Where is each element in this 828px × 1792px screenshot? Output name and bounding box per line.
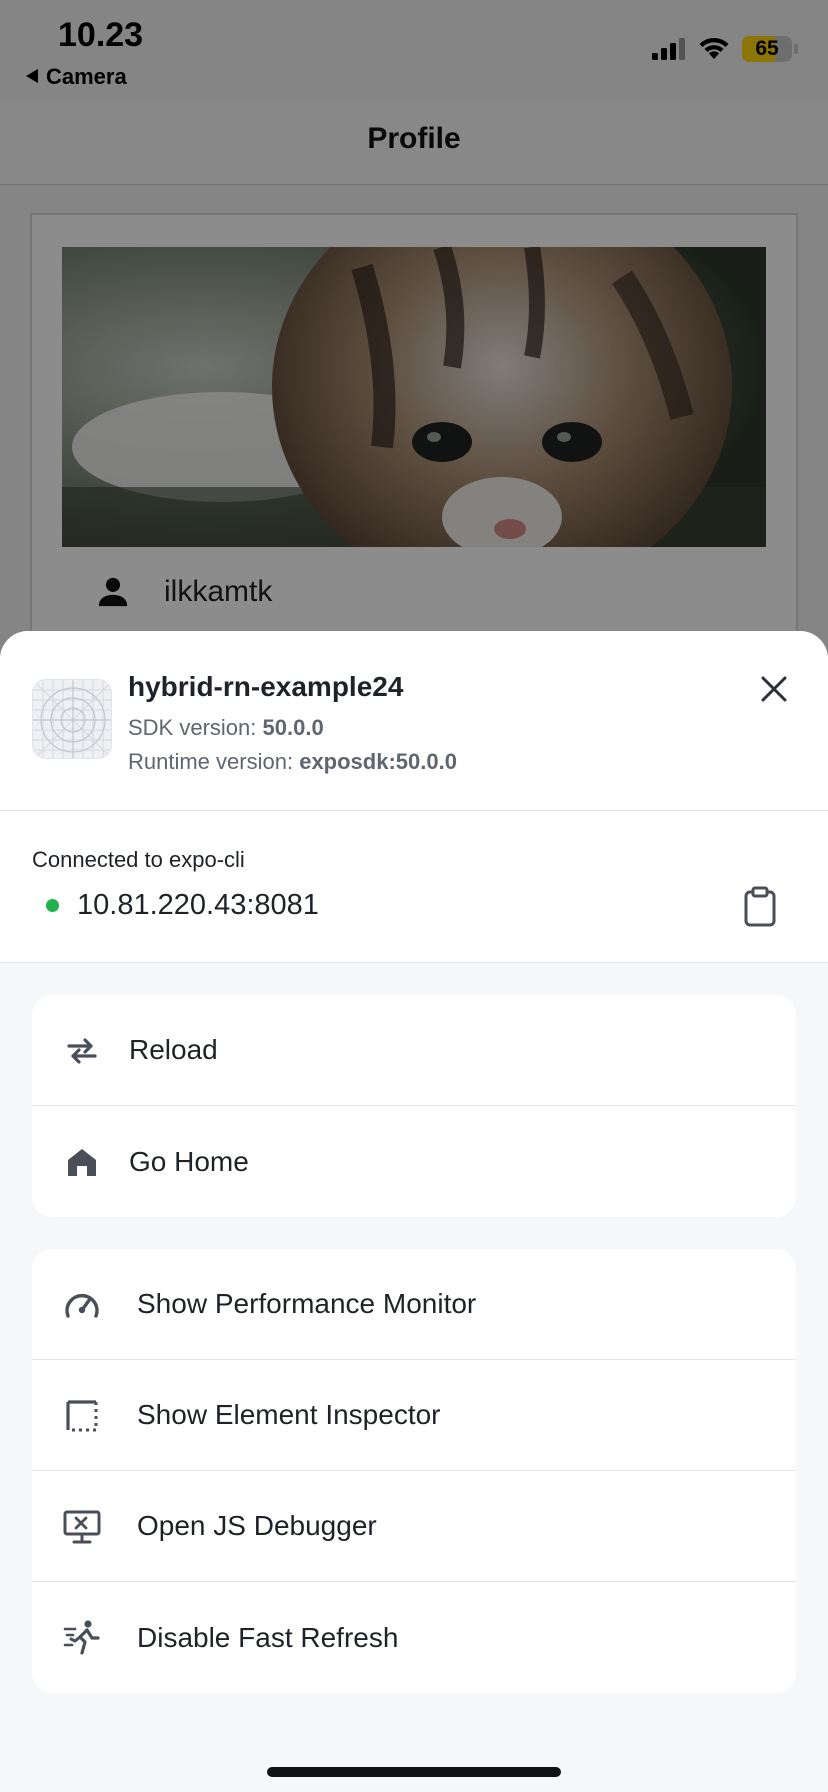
connection-row: 10.81.220.43:8081 xyxy=(46,889,319,922)
show-performance-monitor-button[interactable]: Show Performance Monitor xyxy=(32,1249,796,1360)
speedometer-icon xyxy=(62,1285,102,1325)
app-name: hybrid-rn-example24 xyxy=(128,671,404,702)
debugger-icon xyxy=(62,1507,102,1547)
go-home-button[interactable]: Go Home xyxy=(32,1106,796,1217)
close-icon xyxy=(761,676,787,702)
show-element-inspector-label: Show Element Inspector xyxy=(137,1399,441,1430)
home-indicator[interactable] xyxy=(267,1767,561,1777)
connection-status-dot xyxy=(46,899,59,912)
connection-section: Connected to expo-cli 10.81.220.43:8081 xyxy=(0,811,828,963)
reload-button[interactable]: Reload xyxy=(32,995,796,1106)
disable-fast-refresh-label: Disable Fast Refresh xyxy=(137,1621,399,1653)
connection-label: Connected to expo-cli xyxy=(32,847,245,872)
open-js-debugger-button[interactable]: Open JS Debugger xyxy=(32,1471,796,1582)
copy-address-button[interactable] xyxy=(742,885,778,929)
open-js-debugger-label: Open JS Debugger xyxy=(137,1510,377,1541)
clipboard-icon xyxy=(744,886,776,927)
server-address: 10.81.220.43:8081 xyxy=(77,889,319,921)
show-element-inspector-button[interactable]: Show Element Inspector xyxy=(32,1360,796,1471)
go-home-label: Go Home xyxy=(129,1145,249,1177)
reload-label: Reload xyxy=(129,1034,218,1065)
disable-fast-refresh-button[interactable]: Disable Fast Refresh xyxy=(32,1582,796,1693)
close-button[interactable] xyxy=(752,667,796,711)
inspector-icon xyxy=(62,1396,102,1436)
dev-menu-header: hybrid-rn-example24 SDK version: 50.0.0 … xyxy=(0,631,828,811)
runtime-version: Runtime version: exposdk:50.0.0 xyxy=(128,749,457,774)
home-icon xyxy=(62,1142,102,1182)
show-performance-monitor-label: Show Performance Monitor xyxy=(137,1288,477,1319)
dev-menu-sheet: hybrid-rn-example24 SDK version: 50.0.0 … xyxy=(0,631,828,1792)
reload-icon xyxy=(62,1031,102,1071)
sdk-version: SDK version: 50.0.0 xyxy=(128,715,324,740)
primary-actions-group: Reload Go Home xyxy=(32,995,796,1217)
developer-tools-group: Show Performance Monitor Show Element In… xyxy=(32,1249,796,1693)
app-icon xyxy=(32,679,112,759)
running-person-icon xyxy=(62,1618,102,1658)
